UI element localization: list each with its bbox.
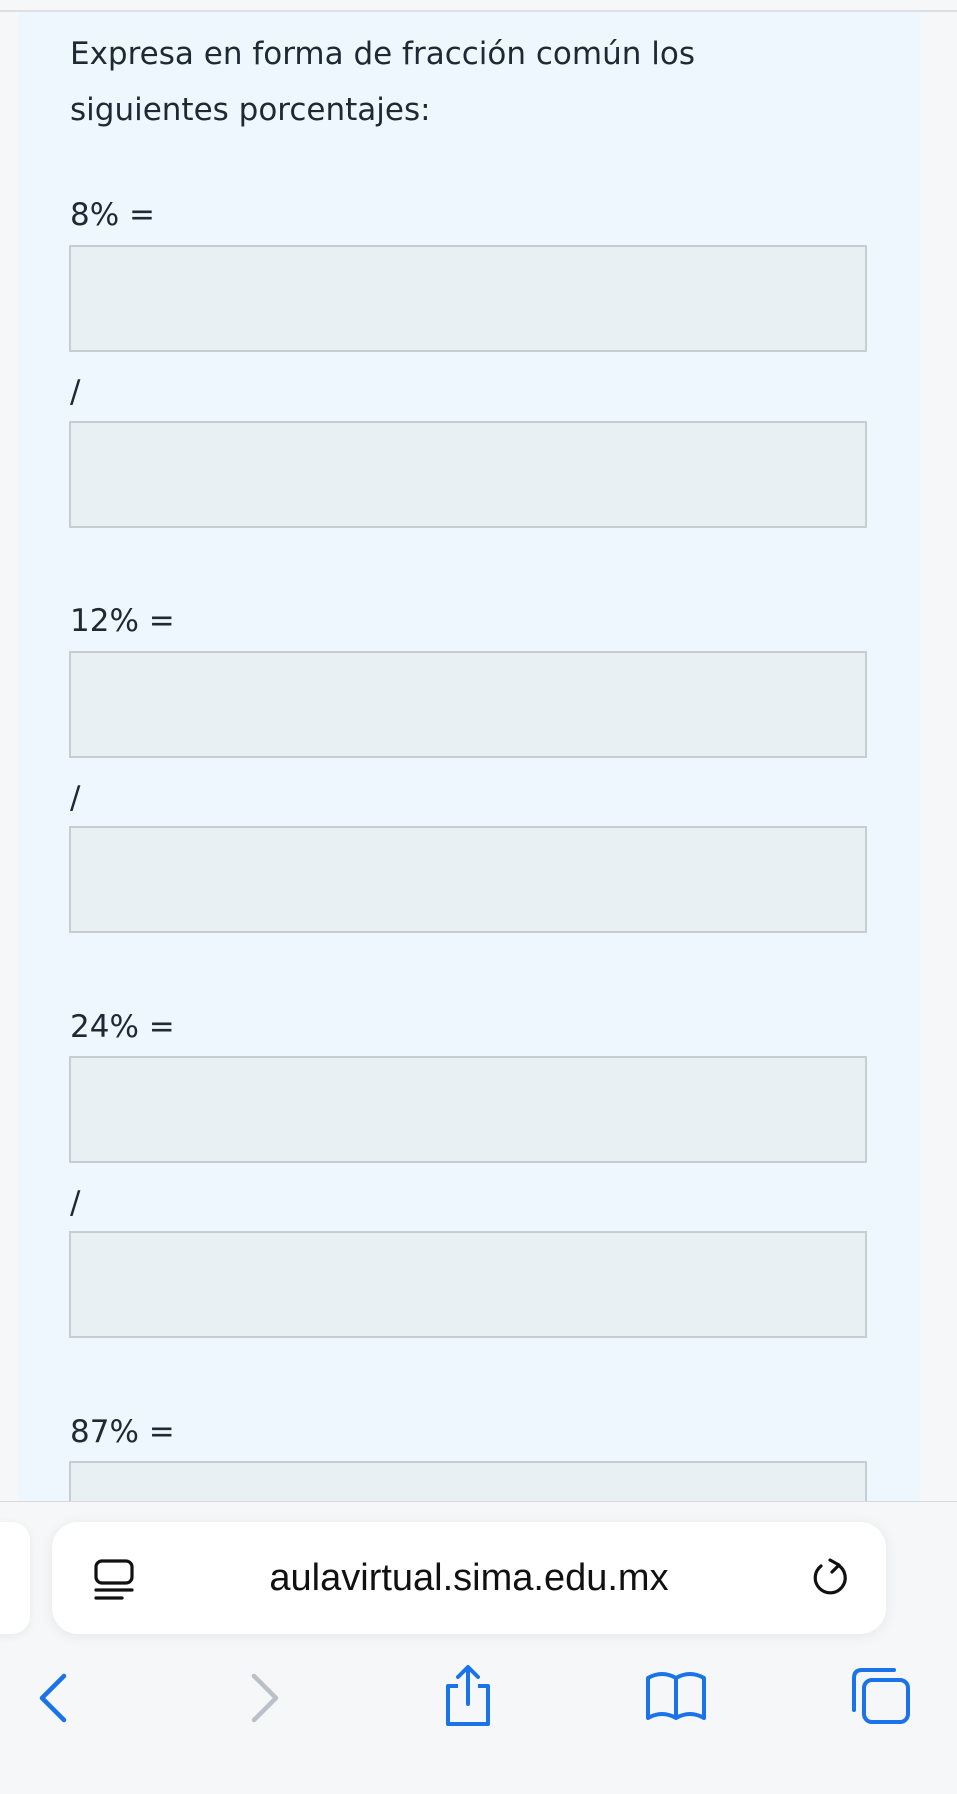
- denominator-input-12[interactable]: [69, 826, 867, 933]
- percentage-label-24: 24% =: [70, 1009, 175, 1045]
- denominator-input-24[interactable]: [69, 1231, 867, 1338]
- fraction-separator: /: [70, 374, 81, 410]
- forward-arrow-icon[interactable]: [246, 1672, 282, 1724]
- percentage-label-87: 87% =: [70, 1414, 175, 1450]
- percentage-label-8: 8% =: [70, 197, 156, 233]
- denominator-input-8[interactable]: [69, 421, 867, 528]
- previous-tab-preview[interactable]: [0, 1522, 30, 1634]
- tabs-icon[interactable]: [850, 1666, 912, 1726]
- question-text: Expresa en forma de fracción común los s…: [70, 36, 695, 128]
- address-bar[interactable]: aulavirtual.sima.edu.mx: [52, 1522, 886, 1634]
- numerator-input-24[interactable]: [69, 1056, 867, 1163]
- back-arrow-icon[interactable]: [36, 1672, 72, 1724]
- numerator-input-12[interactable]: [69, 651, 867, 758]
- reload-icon[interactable]: [808, 1556, 852, 1600]
- fraction-separator: /: [70, 1185, 81, 1221]
- numerator-input-87[interactable]: [69, 1461, 867, 1502]
- numerator-input-8[interactable]: [69, 245, 867, 352]
- url-text[interactable]: aulavirtual.sima.edu.mx: [52, 1522, 886, 1634]
- bookmarks-icon[interactable]: [644, 1670, 708, 1724]
- fraction-separator: /: [70, 780, 81, 816]
- share-icon[interactable]: [440, 1664, 496, 1728]
- percentage-label-12: 12% =: [70, 603, 175, 639]
